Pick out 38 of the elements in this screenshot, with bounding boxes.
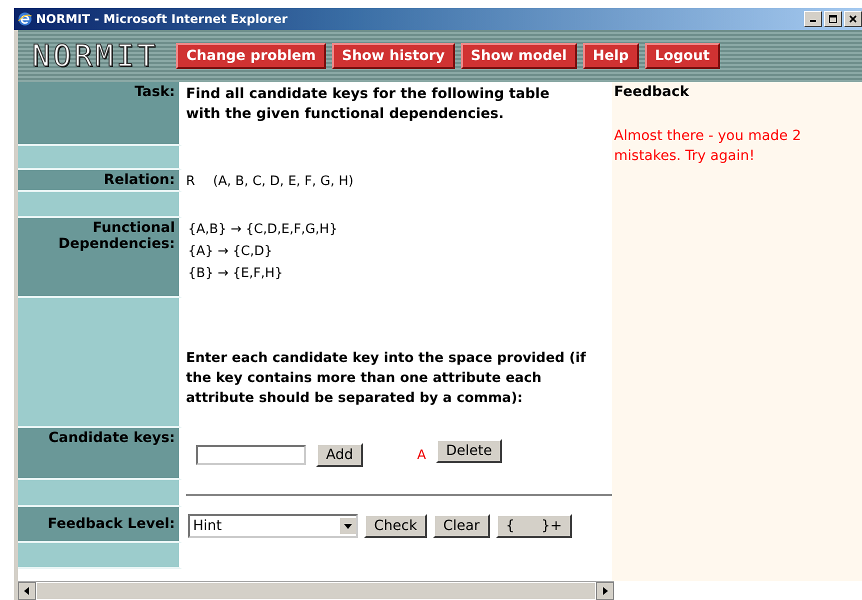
field-label: Relation: — [104, 172, 175, 188]
dependency-text: {B} → {E,F,H} — [188, 266, 284, 281]
key-input-field[interactable] — [196, 445, 306, 465]
window-title: NORMIT - Microsoft Internet Explorer — [36, 12, 288, 26]
instruction-text: Enter each candidate key into the space provided (if the key contains more than one attribute each attribute should be separated by a comma): — [186, 349, 587, 408]
dependency-text: {A,B} → {C,D,E,F,G,H} — [188, 222, 338, 237]
dependency-text: {A} → {C,D} — [188, 244, 274, 259]
relation-attributes: (A, B, C, D, E, F, G, H) — [213, 174, 354, 188]
scroll-right-icon[interactable] — [596, 582, 614, 600]
nav-button[interactable]: Change problem — [176, 43, 326, 69]
browser-icon — [18, 12, 32, 26]
field-label: Task: — [134, 84, 175, 100]
candidate-key: A — [417, 448, 426, 462]
action-button[interactable]: Clear — [433, 514, 490, 538]
logo: NORMIT — [32, 38, 158, 74]
feedback-level-dropdown[interactable]: Hint — [188, 514, 358, 538]
close-button[interactable] — [844, 11, 862, 27]
maximize-button[interactable] — [824, 11, 842, 27]
field-label: Functional Dependencies: — [58, 220, 175, 252]
delete-button[interactable]: Delete — [436, 439, 502, 463]
maximize-icon — [828, 14, 838, 24]
action-button[interactable]: Check — [364, 514, 428, 538]
minimize-button[interactable] — [804, 11, 822, 27]
field-label: Feedback Level: — [48, 516, 175, 532]
add-button[interactable]: Add — [316, 443, 364, 467]
nav-button[interactable]: Logout — [644, 43, 720, 69]
feedback-message: Almost there - you made 2 mistakes. Try again! — [614, 127, 802, 166]
scroll-left-icon[interactable] — [18, 582, 36, 600]
nav-button[interactable]: Show history — [332, 43, 455, 69]
action-button[interactable]: { }+ — [496, 514, 572, 538]
task-text: Find all candidate keys for the following table with the given functional dependencies. — [186, 85, 550, 124]
relation-name: R — [186, 174, 196, 188]
nav-button[interactable]: Help — [582, 43, 639, 69]
nav-button[interactable]: Show model — [460, 43, 577, 69]
minimize-icon — [810, 20, 816, 22]
feedback-heading: Feedback — [614, 84, 690, 100]
close-icon — [848, 14, 858, 24]
field-label: Candidate keys: — [48, 430, 175, 446]
